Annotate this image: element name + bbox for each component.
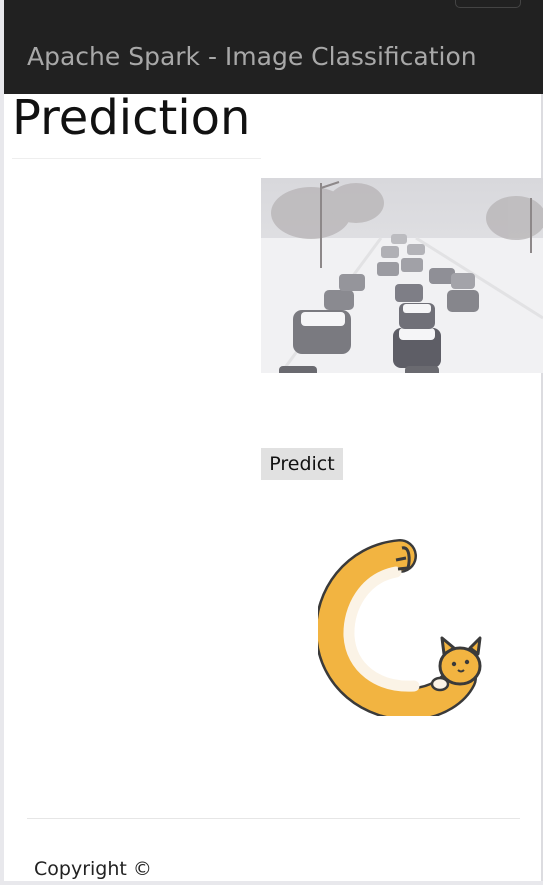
footer-divider bbox=[27, 818, 520, 819]
navbar-brand[interactable]: Apache Spark - Image Classification bbox=[27, 42, 477, 71]
window-left-border bbox=[0, 0, 4, 885]
footer-copyright: Copyright © bbox=[34, 858, 152, 880]
page-title: Prediction bbox=[12, 90, 251, 146]
loading-indicator bbox=[314, 538, 490, 722]
page: Apache Spark - Image Classification Pred… bbox=[0, 0, 543, 885]
uploaded-image-preview bbox=[261, 178, 543, 373]
navbar: Apache Spark - Image Classification bbox=[4, 0, 543, 94]
cat-loading-spinner-icon bbox=[314, 539, 482, 722]
title-divider bbox=[12, 158, 261, 159]
predict-button[interactable]: Predict bbox=[261, 448, 343, 480]
window-bottom-border bbox=[0, 881, 543, 885]
snowy-road-traffic-photo-icon bbox=[261, 178, 543, 373]
navbar-toggler-button[interactable] bbox=[455, 0, 521, 8]
